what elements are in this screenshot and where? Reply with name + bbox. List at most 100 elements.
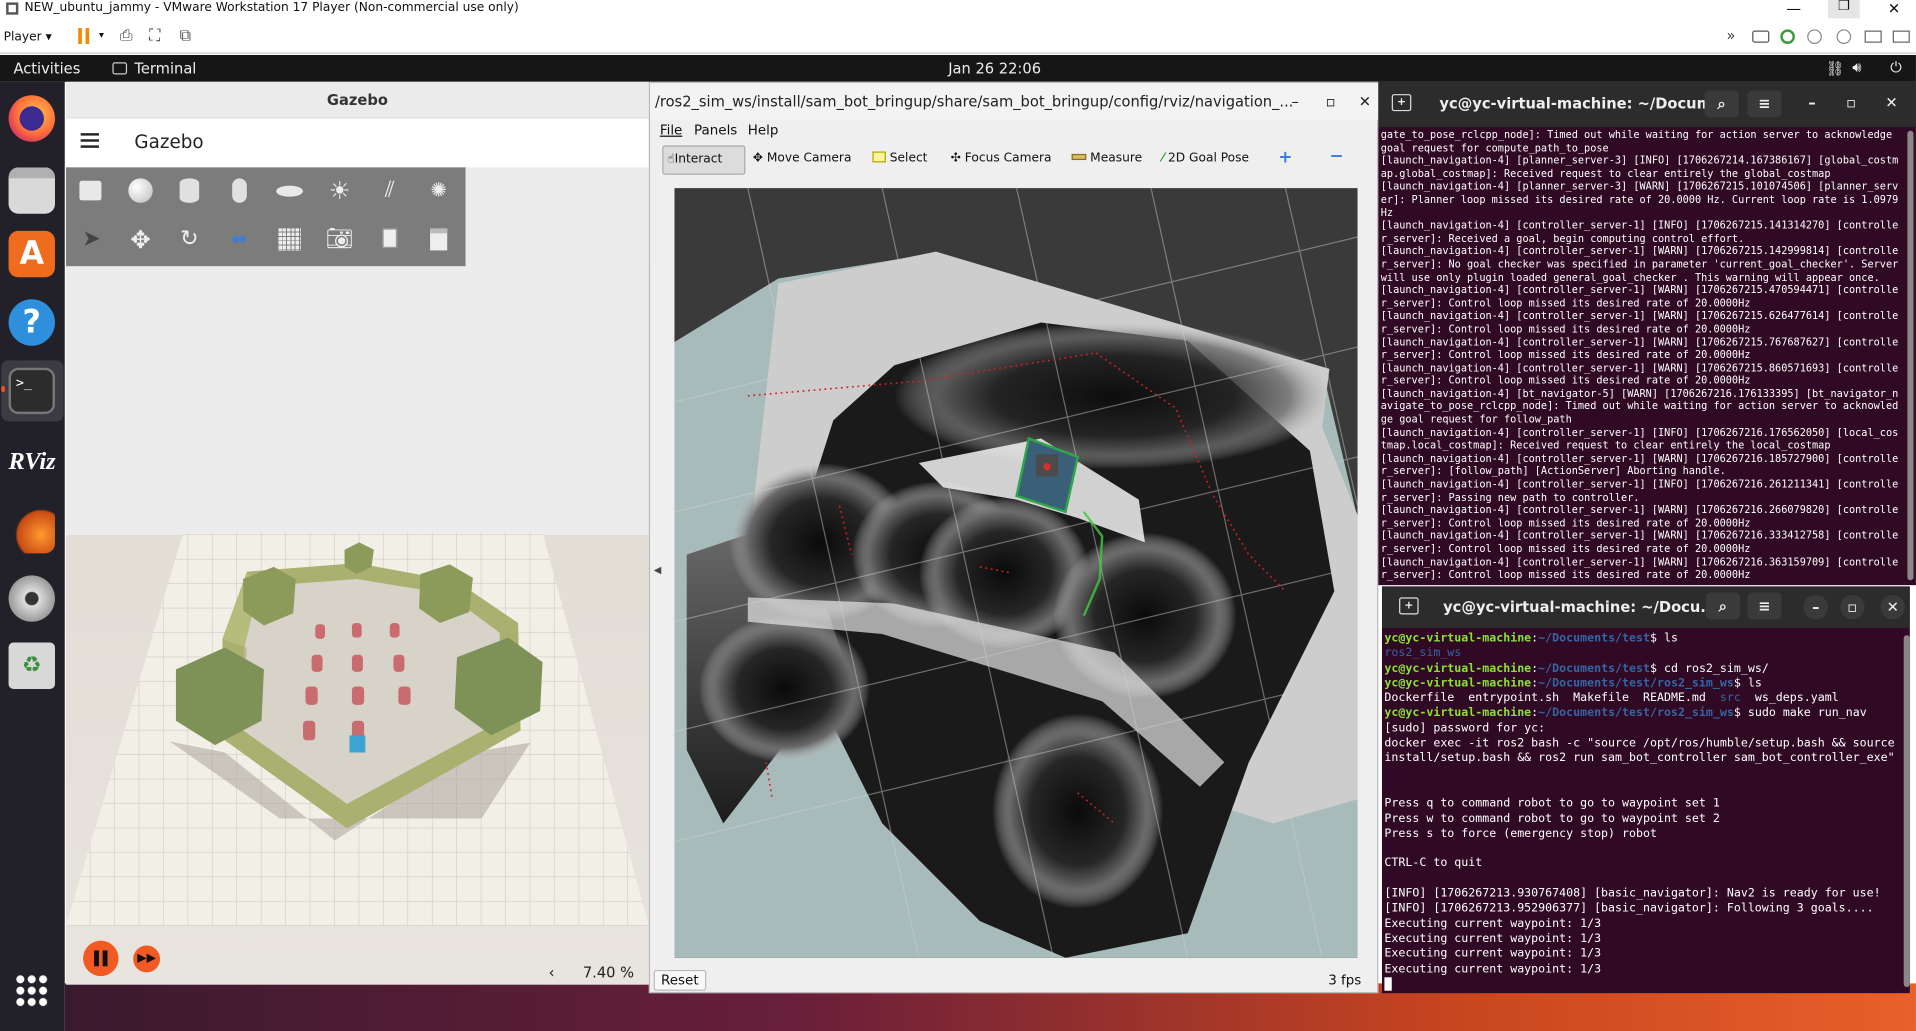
maximize-icon[interactable]: ▫ bbox=[1846, 94, 1856, 111]
directional-light-icon[interactable]: ⫽ bbox=[374, 175, 406, 207]
add-tool-icon[interactable]: + bbox=[1278, 148, 1292, 168]
maximize-icon[interactable]: ▫ bbox=[1840, 594, 1865, 620]
ruler-icon bbox=[1071, 153, 1087, 161]
network-status-icon[interactable]: ⛓ bbox=[1826, 60, 1845, 77]
hamburger-menu-icon[interactable] bbox=[80, 133, 99, 148]
app-menu[interactable]: Terminal bbox=[134, 60, 196, 77]
rviz-menu-bar: File Panels Help bbox=[650, 120, 1379, 142]
screenshot-icon[interactable]: 📷︎ bbox=[324, 224, 356, 256]
printer-icon[interactable] bbox=[1864, 30, 1882, 43]
close-icon[interactable]: ✕ bbox=[1880, 594, 1905, 620]
scrollbar[interactable] bbox=[1907, 130, 1914, 581]
menu-panels[interactable]: Panels bbox=[694, 122, 737, 138]
ubuntu-dock: A ? >_ RViz ♻ bbox=[0, 81, 65, 1031]
power-icon[interactable]: ⏻ bbox=[1890, 59, 1902, 77]
minimize-icon[interactable]: — bbox=[1786, 0, 1801, 17]
vmware-logo-icon bbox=[6, 2, 19, 15]
remove-tool-icon[interactable]: − bbox=[1329, 147, 1343, 167]
files-icon[interactable] bbox=[8, 167, 55, 214]
gazebo-icon[interactable] bbox=[8, 506, 55, 554]
close-icon[interactable]: ✕ bbox=[1359, 83, 1371, 120]
search-icon[interactable]: ⌕ bbox=[1704, 90, 1739, 118]
tool-select[interactable]: Select bbox=[872, 151, 927, 165]
gazebo-3d-viewport[interactable]: ▶▶ ‹ 7.40 % bbox=[65, 266, 649, 985]
usb-icon[interactable] bbox=[1807, 29, 1822, 44]
paste-icon[interactable] bbox=[423, 224, 455, 256]
transform-control-icon[interactable]: ⬌ bbox=[224, 224, 256, 256]
new-tab-icon[interactable]: + bbox=[1399, 597, 1419, 615]
send-ctrl-alt-del-icon[interactable]: ⎙ bbox=[120, 27, 133, 45]
copy-icon[interactable] bbox=[374, 224, 406, 256]
gazebo-scene[interactable] bbox=[65, 266, 649, 984]
spot-light-icon[interactable]: ✺ bbox=[423, 175, 455, 207]
menu-icon[interactable]: ≡ bbox=[1747, 592, 1782, 620]
minimize-icon[interactable]: – bbox=[1292, 83, 1299, 120]
left-panel-toggle-icon[interactable]: ◀ bbox=[654, 564, 662, 575]
dvd-icon[interactable] bbox=[8, 575, 55, 622]
terminal-icon[interactable]: >_ bbox=[8, 367, 55, 415]
app-center-icon[interactable]: A bbox=[8, 230, 55, 278]
menu-file[interactable]: File bbox=[660, 122, 683, 138]
trash-icon[interactable]: ♻ bbox=[8, 642, 55, 689]
terminal-title: yc@yc-virtual-machine: ~/Docu... bbox=[1443, 598, 1717, 616]
box-shape-icon[interactable] bbox=[76, 175, 108, 207]
cylinder-shape-icon[interactable] bbox=[174, 175, 206, 207]
unity-icon[interactable]: ⧉ bbox=[180, 27, 191, 45]
play-pause-button[interactable] bbox=[83, 940, 119, 977]
search-icon[interactable]: ⌕ bbox=[1705, 592, 1740, 620]
tool-2d-goal-pose[interactable]: ⁄ 2D Goal Pose bbox=[1162, 151, 1249, 164]
tool-measure[interactable]: Measure bbox=[1071, 151, 1142, 165]
volume-icon[interactable]: 🔊︎ bbox=[1852, 59, 1861, 77]
minimize-icon[interactable]: – bbox=[1808, 94, 1815, 111]
reset-button[interactable]: Reset bbox=[653, 969, 706, 991]
minimize-icon[interactable]: – bbox=[1803, 594, 1828, 620]
close-icon[interactable]: ✕ bbox=[1885, 94, 1897, 111]
player-menu[interactable]: Player ▾ bbox=[4, 31, 52, 44]
active-indicator bbox=[1, 386, 5, 393]
fullscreen-icon[interactable]: ⛶ bbox=[149, 27, 160, 45]
help-icon[interactable]: ? bbox=[8, 299, 55, 346]
tool-move-camera[interactable]: ✥ Move Camera bbox=[753, 151, 852, 164]
rviz-window-title: /ros2_sim_ws/install/sam_bot_bringup/sha… bbox=[654, 92, 1294, 110]
terminal-window-bottom: + yc@yc-virtual-machine: ~/Docu... ⌕ ≡ –… bbox=[1381, 586, 1910, 994]
pause-vm-icon[interactable] bbox=[78, 28, 90, 44]
new-tab-icon[interactable]: + bbox=[1391, 94, 1412, 112]
real-time-factor: 7.40 % bbox=[582, 963, 635, 981]
ellipsoid-shape-icon[interactable] bbox=[274, 175, 306, 207]
network-icon[interactable] bbox=[1780, 29, 1795, 44]
display-icon[interactable] bbox=[1892, 30, 1910, 43]
tool-interact[interactable]: ☝Interact bbox=[662, 145, 746, 175]
hdd-icon[interactable] bbox=[1752, 30, 1770, 43]
dropdown-icon[interactable]: ▾ bbox=[99, 29, 104, 40]
scrollbar[interactable] bbox=[1903, 635, 1910, 988]
real-time-factor-prev[interactable]: ‹ bbox=[549, 964, 555, 981]
show-apps-icon[interactable] bbox=[14, 973, 49, 1008]
sound-device-icon[interactable] bbox=[1836, 29, 1852, 44]
menu-icon[interactable]: ≡ bbox=[1747, 90, 1782, 118]
firefox-icon[interactable] bbox=[8, 95, 55, 142]
sun-light-icon[interactable]: ☀ bbox=[324, 175, 356, 207]
grid-icon[interactable] bbox=[278, 228, 301, 251]
sphere-shape-icon[interactable] bbox=[125, 175, 157, 207]
costmap-view[interactable] bbox=[674, 188, 1358, 958]
select-arrow-icon[interactable]: ➤ bbox=[76, 224, 108, 256]
terminal-header-top: + yc@yc-virtual-machine: ~/Docum... ⌕ ≡ … bbox=[1378, 81, 1916, 128]
tool-focus-camera[interactable]: ✣ Focus Camera bbox=[951, 151, 1052, 164]
rviz-icon[interactable]: RViz bbox=[9, 439, 56, 485]
rviz-3d-view[interactable] bbox=[674, 188, 1358, 958]
program-output: [sudo] password for yc: docker exec -it … bbox=[1384, 721, 1895, 976]
maximize-icon[interactable]: ▫ bbox=[1326, 83, 1336, 120]
capsule-shape-icon[interactable] bbox=[224, 175, 256, 207]
close-icon[interactable]: ✕ bbox=[1888, 0, 1900, 17]
terminal-output-top: gate_to_pose_rclcpp_node]: Timed out whi… bbox=[1380, 128, 1899, 581]
step-forward-button[interactable]: ▶▶ bbox=[133, 945, 161, 973]
rviz-window: /ros2_sim_ws/install/sam_bot_bringup/sha… bbox=[648, 81, 1380, 994]
activities-button[interactable]: Activities bbox=[13, 60, 80, 77]
clock[interactable]: Jan 26 22:06 bbox=[948, 60, 1041, 77]
translate-icon[interactable]: ✥ bbox=[125, 224, 157, 256]
restore-icon[interactable]: ❐ bbox=[1827, 0, 1860, 19]
menu-help[interactable]: Help bbox=[748, 122, 779, 138]
rotate-icon[interactable]: ↻ bbox=[174, 224, 206, 256]
terminal-window-top: + yc@yc-virtual-machine: ~/Docum... ⌕ ≡ … bbox=[1378, 81, 1916, 586]
more-devices-icon[interactable]: » bbox=[1727, 27, 1736, 44]
